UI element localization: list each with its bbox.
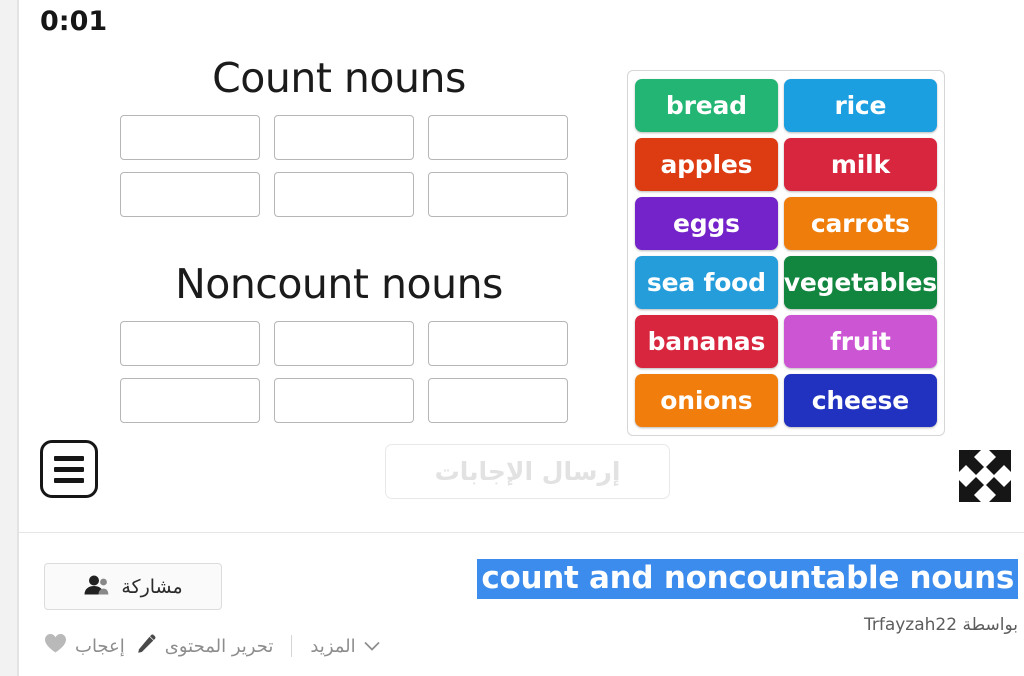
hamburger-menu-icon[interactable]: [40, 440, 98, 498]
hamburger-bar: [54, 477, 84, 483]
dropzone[interactable]: [120, 321, 260, 366]
word-tile[interactable]: onions: [635, 374, 778, 427]
chevron-down-icon: [364, 636, 380, 657]
word-tile[interactable]: bananas: [635, 315, 778, 368]
word-tile[interactable]: rice: [783, 79, 937, 132]
word-tile[interactable]: sea food: [635, 256, 778, 309]
activity-title: count and noncountable nouns: [477, 559, 1018, 599]
category-title: Noncount nouns: [175, 260, 503, 308]
person-share-icon: [83, 574, 109, 600]
activity-title-block: count and noncountable nouns بواسطة Trfa…: [477, 559, 1018, 635]
dropzone[interactable]: [428, 115, 568, 160]
word-tile[interactable]: milk: [783, 138, 937, 191]
byline-author: Trfayzah22: [863, 615, 958, 635]
category-title: Count nouns: [212, 54, 466, 102]
byline-prefix: بواسطة: [962, 615, 1018, 635]
activity-pane: 0:01 Count nouns Noncount nouns bread ri…: [19, 0, 1024, 532]
category-noncount-nouns: Noncount nouns: [99, 264, 579, 423]
more-action[interactable]: المزيد: [310, 635, 380, 657]
dropzone[interactable]: [428, 321, 568, 366]
word-tile[interactable]: vegetables: [783, 256, 937, 309]
footer-action-row: إعجاب تحرير المحتوى المزيد: [44, 630, 394, 662]
word-tile[interactable]: cheese: [783, 374, 937, 427]
action-separator: [291, 635, 293, 657]
dropzone[interactable]: [274, 115, 414, 160]
hamburger-bar: [54, 466, 84, 472]
left-gutter-strip: [0, 0, 17, 676]
more-action-label: المزيد: [310, 635, 356, 657]
dropzone[interactable]: [274, 321, 414, 366]
pencil-icon: [137, 634, 157, 659]
dropzone[interactable]: [274, 172, 414, 217]
submit-answers-button[interactable]: إرسال الإجابات: [385, 444, 670, 499]
footer-bar: مشاركة إعجاب تحرير المحتوى المزيد count …: [19, 533, 1024, 676]
dropzone[interactable]: [120, 378, 260, 423]
word-tile[interactable]: bread: [635, 79, 778, 132]
fullscreen-expand-icon[interactable]: [955, 446, 1015, 506]
word-bank: bread rice apples milk eggs carrots sea …: [627, 70, 945, 436]
dropzone-grid-count: [99, 115, 579, 217]
timer-display: 0:01: [40, 6, 108, 37]
page-root: 0:01 Count nouns Noncount nouns bread ri…: [0, 0, 1024, 676]
like-action-label: إعجاب: [75, 635, 125, 657]
dropzone[interactable]: [120, 172, 260, 217]
word-tile[interactable]: fruit: [783, 315, 937, 368]
share-button-label: مشاركة: [121, 575, 183, 598]
dropzone[interactable]: [120, 115, 260, 160]
dropzone[interactable]: [274, 378, 414, 423]
byline: بواسطة Trfayzah22: [477, 615, 1018, 635]
edit-content-action[interactable]: تحرير المحتوى: [137, 634, 274, 659]
edit-content-label: تحرير المحتوى: [164, 635, 274, 657]
dropzone[interactable]: [428, 172, 568, 217]
dropzone[interactable]: [428, 378, 568, 423]
word-tile[interactable]: carrots: [783, 197, 937, 250]
like-action[interactable]: إعجاب: [44, 633, 125, 659]
heart-icon: [44, 633, 67, 659]
word-tile[interactable]: apples: [635, 138, 778, 191]
share-button[interactable]: مشاركة: [44, 563, 222, 610]
dropzone-grid-noncount: [99, 321, 579, 423]
category-count-nouns: Count nouns: [99, 58, 579, 217]
word-tile[interactable]: eggs: [635, 197, 778, 250]
hamburger-bar: [54, 455, 84, 461]
